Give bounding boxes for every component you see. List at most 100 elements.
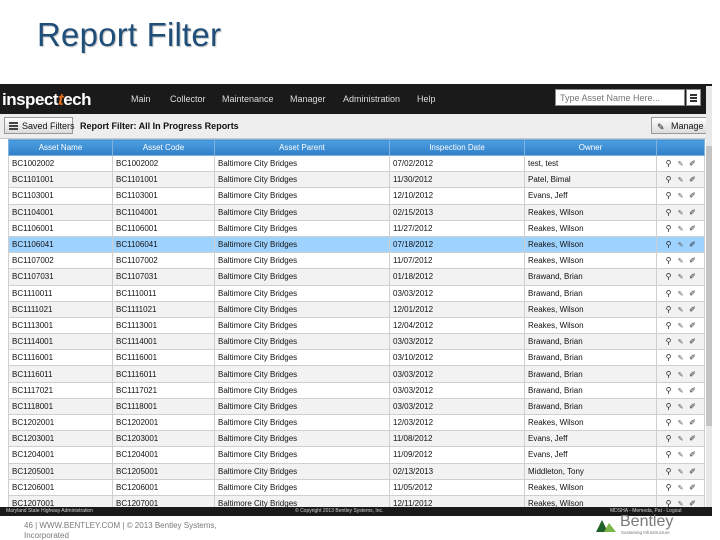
wrench-icon[interactable]: ✐ <box>687 224 699 233</box>
edit-report-icon[interactable]: ✎ <box>675 354 687 362</box>
edit-report-icon[interactable]: ✎ <box>675 451 687 459</box>
wrench-icon[interactable]: ✐ <box>687 450 699 459</box>
table-row[interactable]: BC1103001 BC1103001 Baltimore City Bridges… <box>8 187 705 205</box>
edit-report-icon[interactable]: ✎ <box>675 322 687 330</box>
location-pin-icon[interactable]: ⚲ <box>663 353 675 362</box>
column-header-asset-name[interactable]: Asset Name <box>8 139 113 156</box>
scrollbar-thumb[interactable] <box>706 146 712 426</box>
wrench-icon[interactable]: ✐ <box>687 256 699 265</box>
location-pin-icon[interactable]: ⚲ <box>663 240 675 249</box>
edit-report-icon[interactable]: ✎ <box>675 435 687 443</box>
edit-report-icon[interactable]: ✎ <box>675 257 687 265</box>
table-row[interactable]: BC1104001 BC1104001 Baltimore City Bridges… <box>8 203 705 221</box>
location-pin-icon[interactable]: ⚲ <box>663 434 675 443</box>
wrench-icon[interactable]: ✐ <box>687 321 699 330</box>
edit-report-icon[interactable]: ✎ <box>675 419 687 427</box>
saved-filters-button[interactable]: Saved Filters <box>4 117 75 134</box>
asset-search-input[interactable] <box>555 89 685 106</box>
edit-report-icon[interactable]: ✎ <box>675 273 687 281</box>
edit-report-icon[interactable]: ✎ <box>675 160 687 168</box>
table-row[interactable]: BC1106041 BC1106041 Baltimore City Bridges… <box>8 235 705 254</box>
table-row[interactable]: BC1107002 BC1107002 Baltimore City Bridges… <box>8 252 705 270</box>
table-row[interactable]: BC1106001 BC1106001 Baltimore City Bridges… <box>8 219 705 237</box>
column-header-asset-code[interactable]: Asset Code <box>112 139 215 156</box>
wrench-icon[interactable]: ✐ <box>687 175 699 184</box>
wrench-icon[interactable]: ✐ <box>687 418 699 427</box>
location-pin-icon[interactable]: ⚲ <box>663 191 675 200</box>
table-row[interactable]: BC1110011 BC1110011 Baltimore City Bridges… <box>8 284 705 302</box>
location-pin-icon[interactable]: ⚲ <box>663 305 675 314</box>
wrench-icon[interactable]: ✐ <box>687 483 699 492</box>
wrench-icon[interactable]: ✐ <box>687 272 699 281</box>
wrench-icon[interactable]: ✐ <box>687 191 699 200</box>
table-row[interactable]: BC1118001 BC1118001 Baltimore City Bridges… <box>8 397 705 416</box>
nav-administration[interactable]: Administration <box>343 94 400 104</box>
nav-help[interactable]: Help <box>417 94 436 104</box>
edit-report-icon[interactable]: ✎ <box>675 338 687 346</box>
vertical-scrollbar[interactable] <box>706 86 712 516</box>
location-pin-icon[interactable]: ⚲ <box>663 450 675 459</box>
column-header-inspection-date[interactable]: Inspection Date <box>389 139 525 156</box>
wrench-icon[interactable]: ✐ <box>687 402 699 411</box>
nav-maintenance[interactable]: Maintenance <box>222 94 274 104</box>
table-row[interactable]: BC1116011 BC1116011 Baltimore City Bridges… <box>8 365 705 383</box>
location-pin-icon[interactable]: ⚲ <box>663 208 675 217</box>
wrench-icon[interactable]: ✐ <box>687 434 699 443</box>
table-row[interactable]: BC1101001 BC1101001 Baltimore City Bridges… <box>8 171 705 189</box>
table-row[interactable]: BC1107031 BC1107031 Baltimore City Bridges… <box>8 268 705 286</box>
location-pin-icon[interactable]: ⚲ <box>663 402 675 411</box>
location-pin-icon[interactable]: ⚲ <box>663 483 675 492</box>
edit-report-icon[interactable]: ✎ <box>675 387 687 395</box>
edit-report-icon[interactable]: ✎ <box>675 241 687 249</box>
wrench-icon[interactable]: ✐ <box>687 159 699 168</box>
edit-report-icon[interactable]: ✎ <box>675 192 687 200</box>
table-row[interactable]: BC1206001 BC1206001 Baltimore City Bridges… <box>8 478 705 496</box>
wrench-icon[interactable]: ✐ <box>687 240 699 249</box>
edit-report-icon[interactable]: ✎ <box>675 225 687 233</box>
inspecttech-logo[interactable]: inspecttech <box>2 90 91 110</box>
location-pin-icon[interactable]: ⚲ <box>663 418 675 427</box>
edit-report-icon[interactable]: ✎ <box>675 484 687 492</box>
edit-report-icon[interactable]: ✎ <box>675 403 687 411</box>
table-row[interactable]: BC1204001 BC1204001 Baltimore City Bridges… <box>8 446 705 464</box>
edit-report-icon[interactable]: ✎ <box>675 290 687 298</box>
location-pin-icon[interactable]: ⚲ <box>663 337 675 346</box>
edit-report-icon[interactable]: ✎ <box>675 306 687 314</box>
wrench-icon[interactable]: ✐ <box>687 289 699 298</box>
location-pin-icon[interactable]: ⚲ <box>663 159 675 168</box>
nav-collector[interactable]: Collector <box>170 94 206 104</box>
table-row[interactable]: BC1111021 BC1111021 Baltimore City Bridges… <box>8 300 705 318</box>
column-header-owner[interactable]: Owner <box>524 139 657 156</box>
location-pin-icon[interactable]: ⚲ <box>663 175 675 184</box>
manage-button[interactable]: ✎ Manage <box>651 117 707 134</box>
location-pin-icon[interactable]: ⚲ <box>663 386 675 395</box>
wrench-icon[interactable]: ✐ <box>687 370 699 379</box>
search-list-button[interactable] <box>686 89 701 106</box>
location-pin-icon[interactable]: ⚲ <box>663 256 675 265</box>
edit-report-icon[interactable]: ✎ <box>675 209 687 217</box>
wrench-icon[interactable]: ✐ <box>687 208 699 217</box>
edit-report-icon[interactable]: ✎ <box>675 176 687 184</box>
table-row[interactable]: BC1002002 BC1002002 Baltimore City Bridges… <box>8 154 705 173</box>
table-row[interactable]: BC1117021 BC1117021 Baltimore City Bridges… <box>8 381 705 399</box>
edit-report-icon[interactable]: ✎ <box>675 371 687 379</box>
wrench-icon[interactable]: ✐ <box>687 386 699 395</box>
edit-report-icon[interactable]: ✎ <box>675 468 687 476</box>
table-row[interactable]: BC1116001 BC1116001 Baltimore City Bridges… <box>8 349 705 367</box>
nav-main[interactable]: Main <box>131 94 151 104</box>
wrench-icon[interactable]: ✐ <box>687 467 699 476</box>
wrench-icon[interactable]: ✐ <box>687 305 699 314</box>
table-row[interactable]: BC1114001 BC1114001 Baltimore City Bridges… <box>8 333 705 351</box>
table-row[interactable]: BC1202001 BC1202001 Baltimore City Bridges… <box>8 413 705 432</box>
wrench-icon[interactable]: ✐ <box>687 337 699 346</box>
location-pin-icon[interactable]: ⚲ <box>663 370 675 379</box>
nav-manager[interactable]: Manager <box>290 94 326 104</box>
location-pin-icon[interactable]: ⚲ <box>663 467 675 476</box>
table-row[interactable]: BC1113001 BC1113001 Baltimore City Bridges… <box>8 316 705 335</box>
column-header-asset-parent[interactable]: Asset Parent <box>214 139 390 156</box>
location-pin-icon[interactable]: ⚲ <box>663 321 675 330</box>
location-pin-icon[interactable]: ⚲ <box>663 289 675 298</box>
wrench-icon[interactable]: ✐ <box>687 353 699 362</box>
location-pin-icon[interactable]: ⚲ <box>663 224 675 233</box>
table-row[interactable]: BC1205001 BC1205001 Baltimore City Bridges… <box>8 462 705 480</box>
